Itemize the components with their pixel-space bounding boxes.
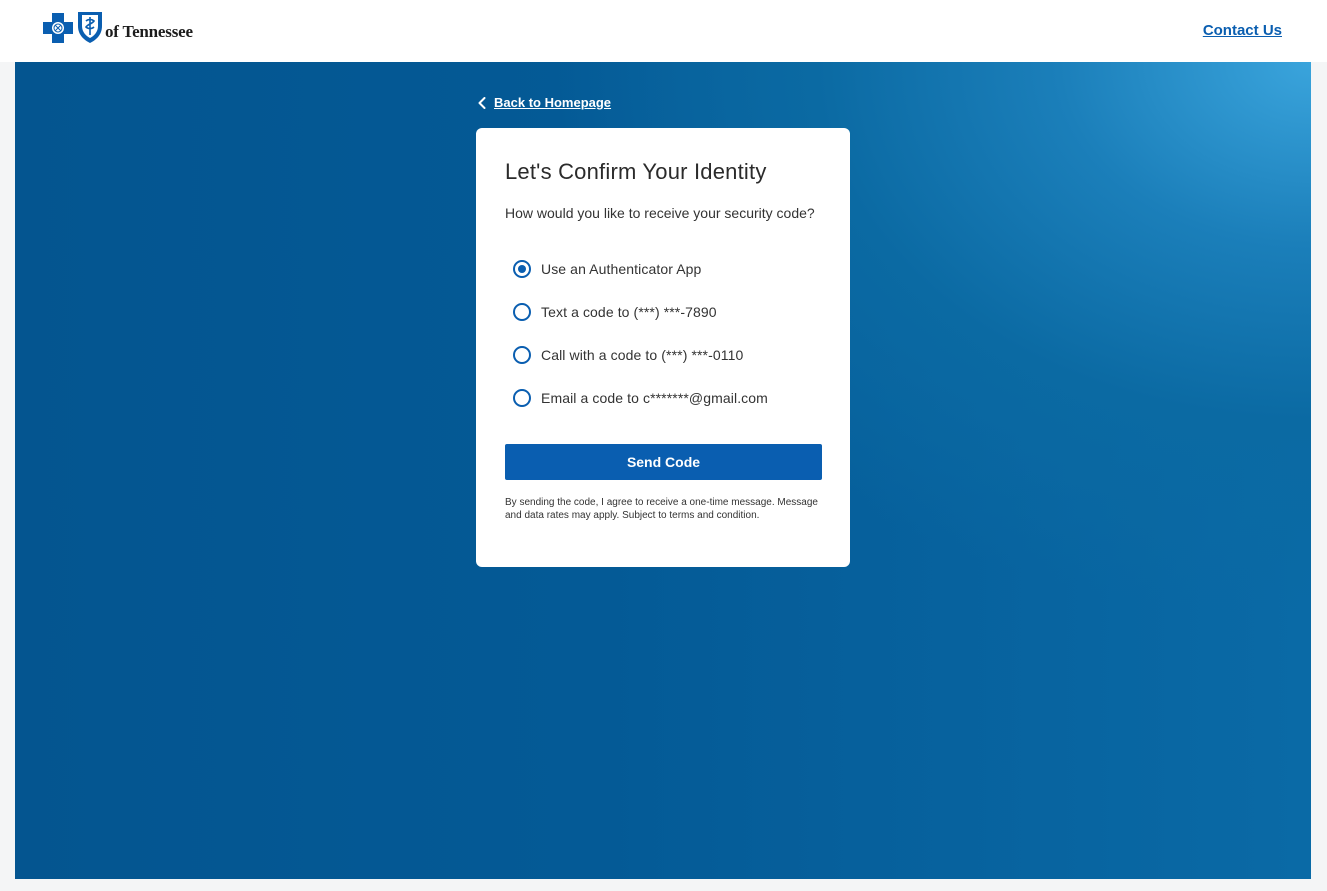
radio-text-code[interactable]: [513, 303, 531, 321]
identity-card: Let's Confirm Your Identity How would yo…: [476, 128, 850, 567]
option-label: Use an Authenticator App: [541, 261, 702, 277]
blue-shield-icon: [78, 12, 102, 43]
radio-call-code[interactable]: [513, 346, 531, 364]
site-header: of Tennessee Contact Us: [0, 0, 1327, 62]
option-label: Text a code to (***) ***-7890: [541, 304, 717, 320]
back-to-homepage-label: Back to Homepage: [494, 95, 612, 110]
bcbst-logo[interactable]: of Tennessee: [42, 10, 193, 44]
send-code-button[interactable]: Send Code: [505, 444, 822, 480]
contact-us-link[interactable]: Contact Us: [1203, 22, 1282, 39]
radio-authenticator-app[interactable]: [513, 260, 531, 278]
option-label: Email a code to c*******@gmail.com: [541, 390, 768, 406]
option-label: Call with a code to (***) ***-0110: [541, 347, 744, 363]
blue-cross-icon: [43, 13, 73, 43]
chevron-left-icon: [478, 96, 486, 109]
radio-email-code[interactable]: [513, 389, 531, 407]
consent-disclaimer: By sending the code, I agree to receive …: [505, 497, 818, 521]
option-authenticator-app[interactable]: Use an Authenticator App: [513, 260, 701, 278]
option-email-code[interactable]: Email a code to c*******@gmail.com: [513, 389, 768, 407]
page-title: Let's Confirm Your Identity: [505, 159, 767, 184]
security-code-question: How would you like to receive your secur…: [505, 205, 815, 221]
back-to-homepage-link[interactable]: Back to Homepage: [478, 95, 611, 110]
option-call-code[interactable]: Call with a code to (***) ***-0110: [513, 346, 743, 364]
option-text-code[interactable]: Text a code to (***) ***-7890: [513, 303, 717, 321]
logo-text: of Tennessee: [105, 22, 193, 41]
